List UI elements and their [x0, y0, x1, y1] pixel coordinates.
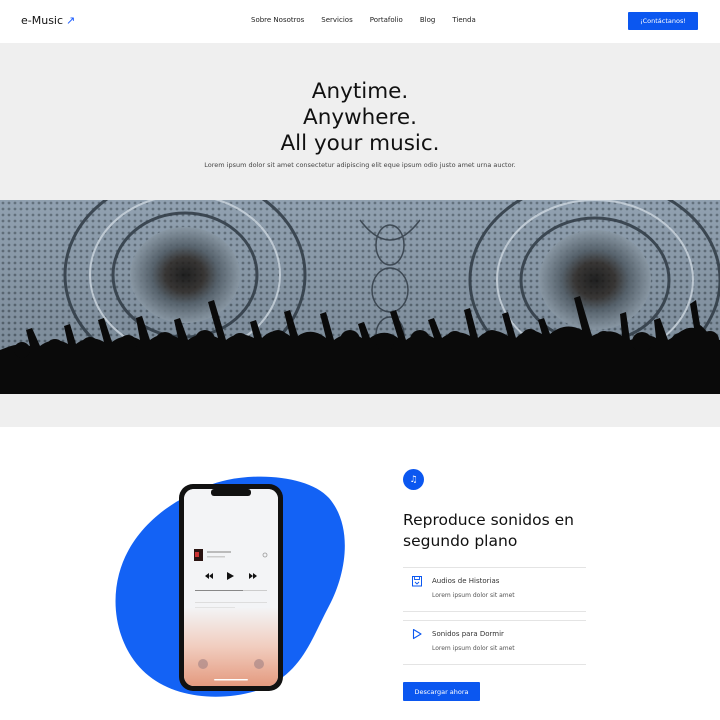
nav-link-portafolio[interactable]: Portafolio: [370, 16, 403, 24]
logo-text: e-Music: [21, 14, 64, 27]
site-logo[interactable]: e-Music ↗: [21, 14, 75, 27]
site-header: e-Music ↗ Sobre Nosotros Servicios Porta…: [0, 0, 720, 43]
divider: [403, 664, 586, 665]
nav-link-servicios[interactable]: Servicios: [321, 16, 352, 24]
hero-title-line-3: All your music.: [280, 131, 440, 156]
phone-mockup: [115, 474, 355, 700]
bookmark-save-icon: [412, 576, 422, 587]
arrow-up-right-icon: ↗: [66, 14, 76, 27]
feature-item-name: Audios de Historias: [432, 577, 500, 585]
nav-link-blog[interactable]: Blog: [420, 16, 435, 24]
nav-link-tienda[interactable]: Tienda: [452, 16, 475, 24]
feature-item-sonidos-dormir: Sonidos para Dormir Lorem ipsum dolor si…: [403, 628, 586, 662]
divider: [403, 567, 586, 568]
main-nav: Sobre Nosotros Servicios Portafolio Blog…: [251, 16, 476, 24]
feature-item-name: Sonidos para Dormir: [432, 630, 504, 638]
nav-link-sobre-nosotros[interactable]: Sobre Nosotros: [251, 16, 304, 24]
flashlight-icon: [198, 659, 208, 669]
contact-button[interactable]: ¡Contáctanos!: [628, 12, 698, 30]
camera-icon: [254, 659, 264, 669]
download-button[interactable]: Descargar ahora: [403, 682, 480, 701]
hero-section: Anytime. Anywhere. All your music. Lorem…: [0, 43, 720, 427]
play-outline-icon: [412, 628, 422, 640]
divider: [403, 611, 586, 612]
feature-title: Reproduce sonidos en segundo plano: [403, 511, 574, 550]
hero-title-line-1: Anytime.: [311, 79, 409, 104]
concert-crowd-illustration: [0, 200, 720, 394]
feature-item-desc: Lorem ipsum dolor sit amet: [432, 645, 515, 652]
feature-item-audios-historias: Audios de Historias Lorem ipsum dolor si…: [403, 575, 586, 609]
divider: [403, 620, 586, 621]
hero-title: Anytime. Anywhere. All your music.: [0, 79, 720, 157]
feature-item-desc: Lorem ipsum dolor sit amet: [432, 592, 515, 599]
concert-crowd-image: [0, 200, 720, 394]
hero-subtitle: Lorem ipsum dolor sit amet consectetur a…: [204, 161, 516, 169]
phone-mockup-illustration: [115, 476, 345, 697]
hero-title-line-2: Anywhere.: [303, 105, 417, 130]
music-note-icon: ♫: [403, 469, 424, 490]
